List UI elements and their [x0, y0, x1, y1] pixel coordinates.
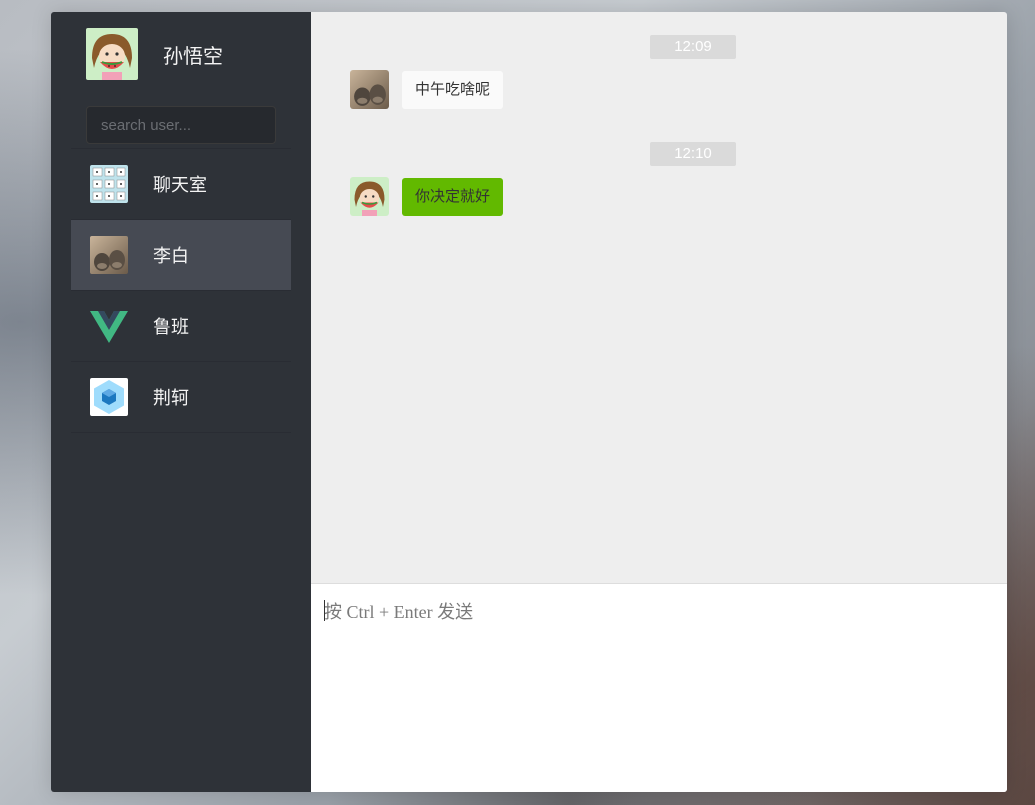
- chat-window: 孙悟空 search user... 聊天室 李白 鲁班 荆轲 12:09 中午…: [51, 12, 1007, 792]
- webpack-cube-avatar-icon: [90, 378, 128, 416]
- contact-item-luban[interactable]: 鲁班: [71, 291, 291, 362]
- sidebar: 孙悟空 search user... 聊天室 李白 鲁班 荆轲: [51, 12, 311, 792]
- cat-paws-avatar-icon: [350, 70, 389, 109]
- message-item: 中午吃啥呢: [350, 70, 504, 109]
- chat-panel: 12:09 中午吃啥呢 12:10 你决定就好 按 Ctrl + Enter 发…: [311, 12, 1007, 792]
- profile-card: 孙悟空: [51, 12, 311, 148]
- message-bubble: 你决定就好: [402, 177, 504, 216]
- message-item: 你决定就好: [350, 177, 504, 216]
- contact-item-libai[interactable]: 李白: [71, 220, 291, 291]
- current-username: 孙悟空: [163, 45, 223, 68]
- girl-watermelon-avatar-icon: [350, 177, 389, 216]
- stickers-avatar-icon: [90, 165, 128, 203]
- contact-item-chatroom[interactable]: 聊天室: [71, 149, 291, 220]
- message-timestamp: 12:10: [650, 142, 736, 166]
- search-input[interactable]: [86, 106, 276, 144]
- contact-list: 聊天室 李白 鲁班 荆轲: [71, 148, 291, 433]
- vue-logo-avatar-icon: [90, 307, 128, 345]
- current-user-avatar: [86, 28, 138, 80]
- contact-item-jingke[interactable]: 荆轲: [71, 362, 291, 433]
- contact-name: 聊天室: [153, 175, 207, 195]
- contact-name: 鲁班: [153, 317, 189, 337]
- message-bubble: 中午吃啥呢: [402, 70, 504, 109]
- cat-paws-avatar-icon: [90, 236, 128, 274]
- composer: [311, 583, 1007, 792]
- contact-name: 荆轲: [153, 388, 189, 408]
- text-caret: [324, 600, 325, 621]
- message-input[interactable]: [311, 584, 1007, 792]
- message-list: 12:09 中午吃啥呢 12:10 你决定就好: [311, 12, 1007, 583]
- contact-name: 李白: [153, 246, 189, 266]
- message-timestamp: 12:09: [650, 35, 736, 59]
